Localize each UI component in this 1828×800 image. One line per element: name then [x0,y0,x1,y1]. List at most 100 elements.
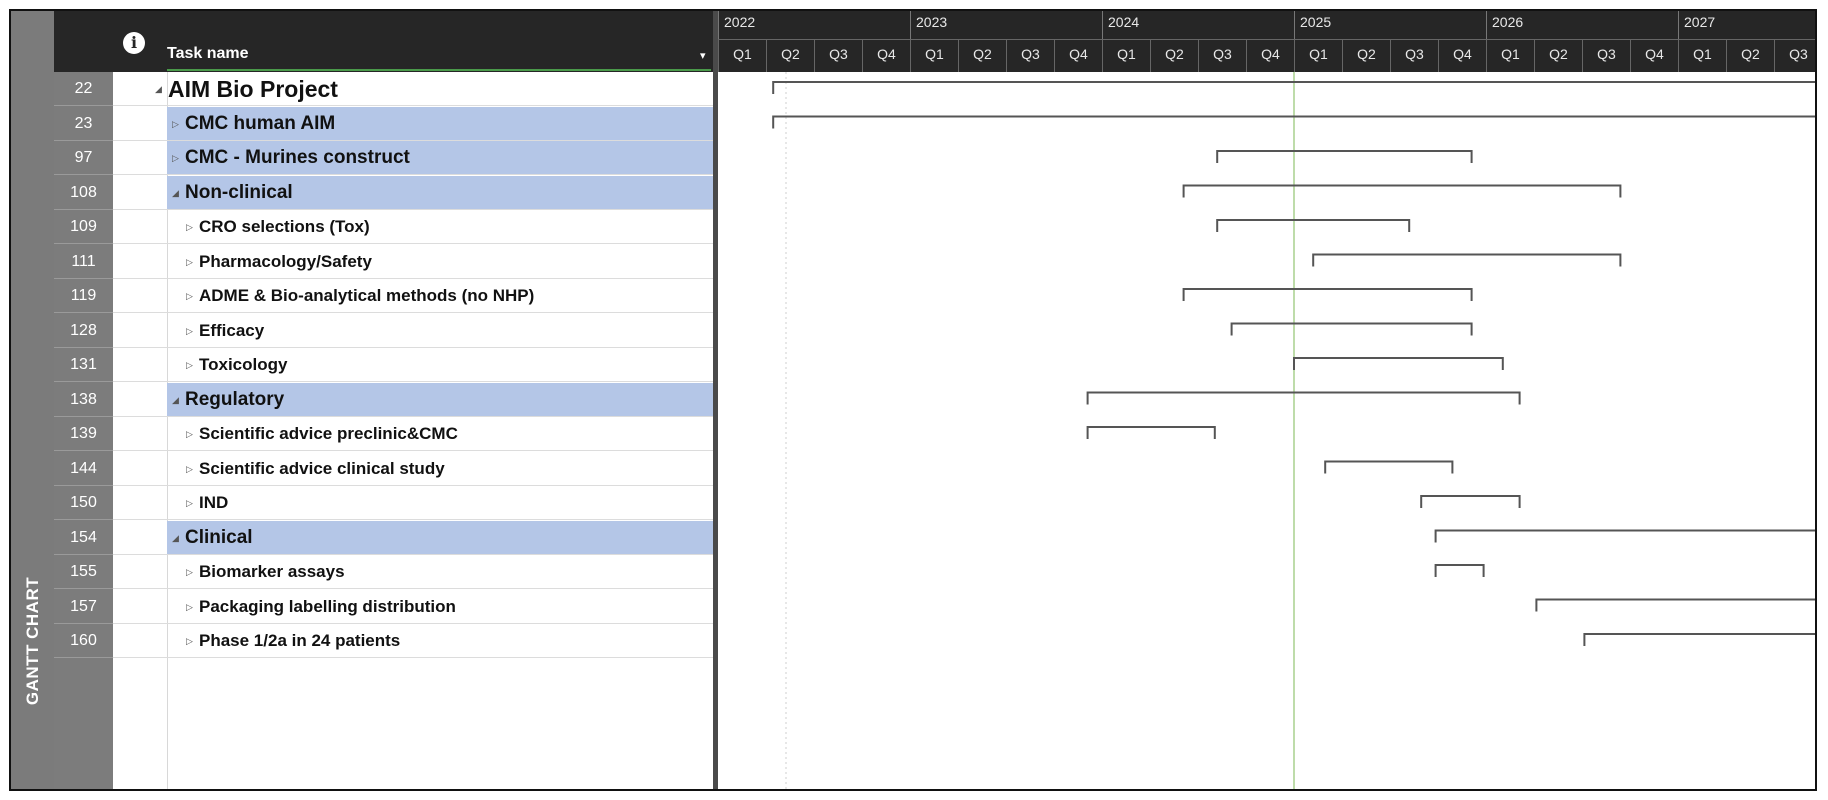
year-label: 2023 [916,14,948,30]
task-name[interactable]: Toxicology [199,348,287,382]
year-label: 2027 [1684,14,1716,30]
expand-icon[interactable]: ▷ [172,107,179,141]
year-divider [910,11,911,39]
task-row[interactable]: 144 ▷ Scientific advice clinical study [54,452,713,486]
summary-bar[interactable] [1324,460,1454,474]
summary-bar[interactable] [1420,495,1521,508]
task-name[interactable]: Non-clinical [185,176,293,210]
task-row[interactable]: 138 ◢ Regulatory [54,382,713,417]
summary-bar[interactable] [1216,150,1473,163]
task-name[interactable]: AIM Bio Project [168,72,338,106]
expand-icon[interactable]: ▷ [186,245,193,279]
expand-icon[interactable]: ▷ [186,452,193,486]
task-row[interactable]: 160 ▷ Phase 1/2a in 24 patients [54,624,713,658]
task-name-header[interactable]: Task name [167,45,249,63]
collapse-icon[interactable]: ◢ [172,176,179,210]
quarter-label: Q2 [1534,39,1582,72]
task-row[interactable]: 131 ▷ Toxicology [54,348,713,382]
summary-bar[interactable] [1182,184,1622,198]
task-row[interactable]: 23 ▷ CMC human AIM [54,106,713,141]
summary-bar[interactable] [1182,288,1473,301]
task-row[interactable]: 128 ▷ Efficacy [54,314,713,348]
collapse-icon[interactable]: ◢ [155,72,162,106]
task-name[interactable]: Biomarker assays [199,555,345,589]
row-id: 131 [54,348,113,382]
task-row[interactable]: 139 ▷ Scientific advice preclinic&CMC [54,417,713,451]
expand-icon[interactable]: ▷ [186,486,193,520]
row-id: 22 [54,72,113,106]
row-id: 150 [54,486,113,520]
expand-icon[interactable]: ▷ [172,141,179,175]
year-label: 2024 [1108,14,1140,30]
row-id: 23 [54,107,113,141]
task-name[interactable]: Clinical [185,521,253,555]
quarter-label: Q3 [1390,39,1438,72]
quarter-label: Q3 [814,39,862,72]
task-name[interactable]: Packaging labelling distribution [199,590,456,624]
task-row[interactable]: 119 ▷ ADME & Bio-analytical methods (no NH… [54,279,713,313]
expand-icon[interactable]: ▷ [186,590,193,624]
quarter-label: Q3 [1582,39,1630,72]
task-name[interactable]: Scientific advice clinical study [199,452,445,486]
task-row[interactable]: 111 ▷ Pharmacology/Safety [54,245,713,279]
task-name[interactable]: Phase 1/2a in 24 patients [199,624,400,658]
year-divider [1102,11,1103,39]
row-id: 111 [54,245,113,279]
task-row[interactable]: 22 ◢ AIM Bio Project [54,72,713,106]
expand-icon[interactable]: ▷ [186,279,193,313]
task-row[interactable]: 108 ◢ Non-clinical [54,175,713,210]
info-icon[interactable]: i [123,32,145,54]
gantt-chart-area[interactable] [718,72,1817,789]
quarter-label: Q3 [1198,39,1246,72]
summary-bar[interactable] [1293,357,1504,370]
row-id: 139 [54,417,113,451]
summary-bar[interactable] [772,81,1817,94]
summary-bar[interactable] [1230,322,1473,336]
task-name[interactable]: CRO selections (Tox) [199,210,370,244]
collapse-icon[interactable]: ◢ [172,383,179,417]
summary-bar[interactable] [1312,253,1622,267]
task-name[interactable]: CMC human AIM [185,107,335,141]
row-id: 97 [54,141,113,175]
quarter-label: Q1 [1678,39,1726,72]
expand-icon[interactable]: ▷ [186,314,193,348]
expand-icon[interactable]: ▷ [186,624,193,658]
task-name[interactable]: CMC - Murines construct [185,141,410,175]
row-id: 119 [54,279,113,313]
gantt-window: GANTT CHART i Task name ▾ 22 ◢ AIM Bio Pro… [9,9,1817,791]
summary-bar[interactable] [1086,391,1521,405]
task-row[interactable]: 155 ▷ Biomarker assays [54,555,713,589]
task-row[interactable]: 150 ▷ IND [54,486,713,520]
task-name[interactable]: Pharmacology/Safety [199,245,372,279]
summary-bar[interactable] [1086,426,1216,439]
year-divider [1294,11,1295,39]
task-row[interactable]: 154 ◢ Clinical [54,520,713,555]
year-label: 2022 [724,14,756,30]
chevron-down-icon[interactable]: ▾ [700,49,706,62]
quarter-label: Q4 [862,39,910,72]
quarter-label: Q1 [1294,39,1342,72]
expand-icon[interactable]: ▷ [186,348,193,382]
expand-icon[interactable]: ▷ [186,417,193,451]
task-row[interactable]: 109 ▷ CRO selections (Tox) [54,210,713,244]
summary-bar[interactable] [1434,529,1817,543]
year-divider [1678,11,1679,39]
summary-bar[interactable] [1434,564,1485,577]
summary-bar[interactable] [772,115,1817,129]
task-row[interactable]: 157 ▷ Packaging labelling distribution [54,590,713,624]
task-name[interactable]: Regulatory [185,383,284,417]
quarter-label: Q2 [958,39,1006,72]
summary-bar[interactable] [1535,598,1817,612]
row-id: 144 [54,452,113,486]
collapse-icon[interactable]: ◢ [172,521,179,555]
expand-icon[interactable]: ▷ [186,210,193,244]
expand-icon[interactable]: ▷ [186,555,193,589]
summary-bar[interactable] [1216,219,1411,232]
task-name[interactable]: IND [199,486,228,520]
task-name[interactable]: Efficacy [199,314,264,348]
task-name[interactable]: ADME & Bio-analytical methods (no NHP) [199,279,534,313]
task-row[interactable]: 97 ▷ CMC - Murines construct [54,141,713,175]
summary-bar[interactable] [1583,633,1817,646]
view-bar[interactable]: GANTT CHART [11,11,55,789]
task-name[interactable]: Scientific advice preclinic&CMC [199,417,458,451]
